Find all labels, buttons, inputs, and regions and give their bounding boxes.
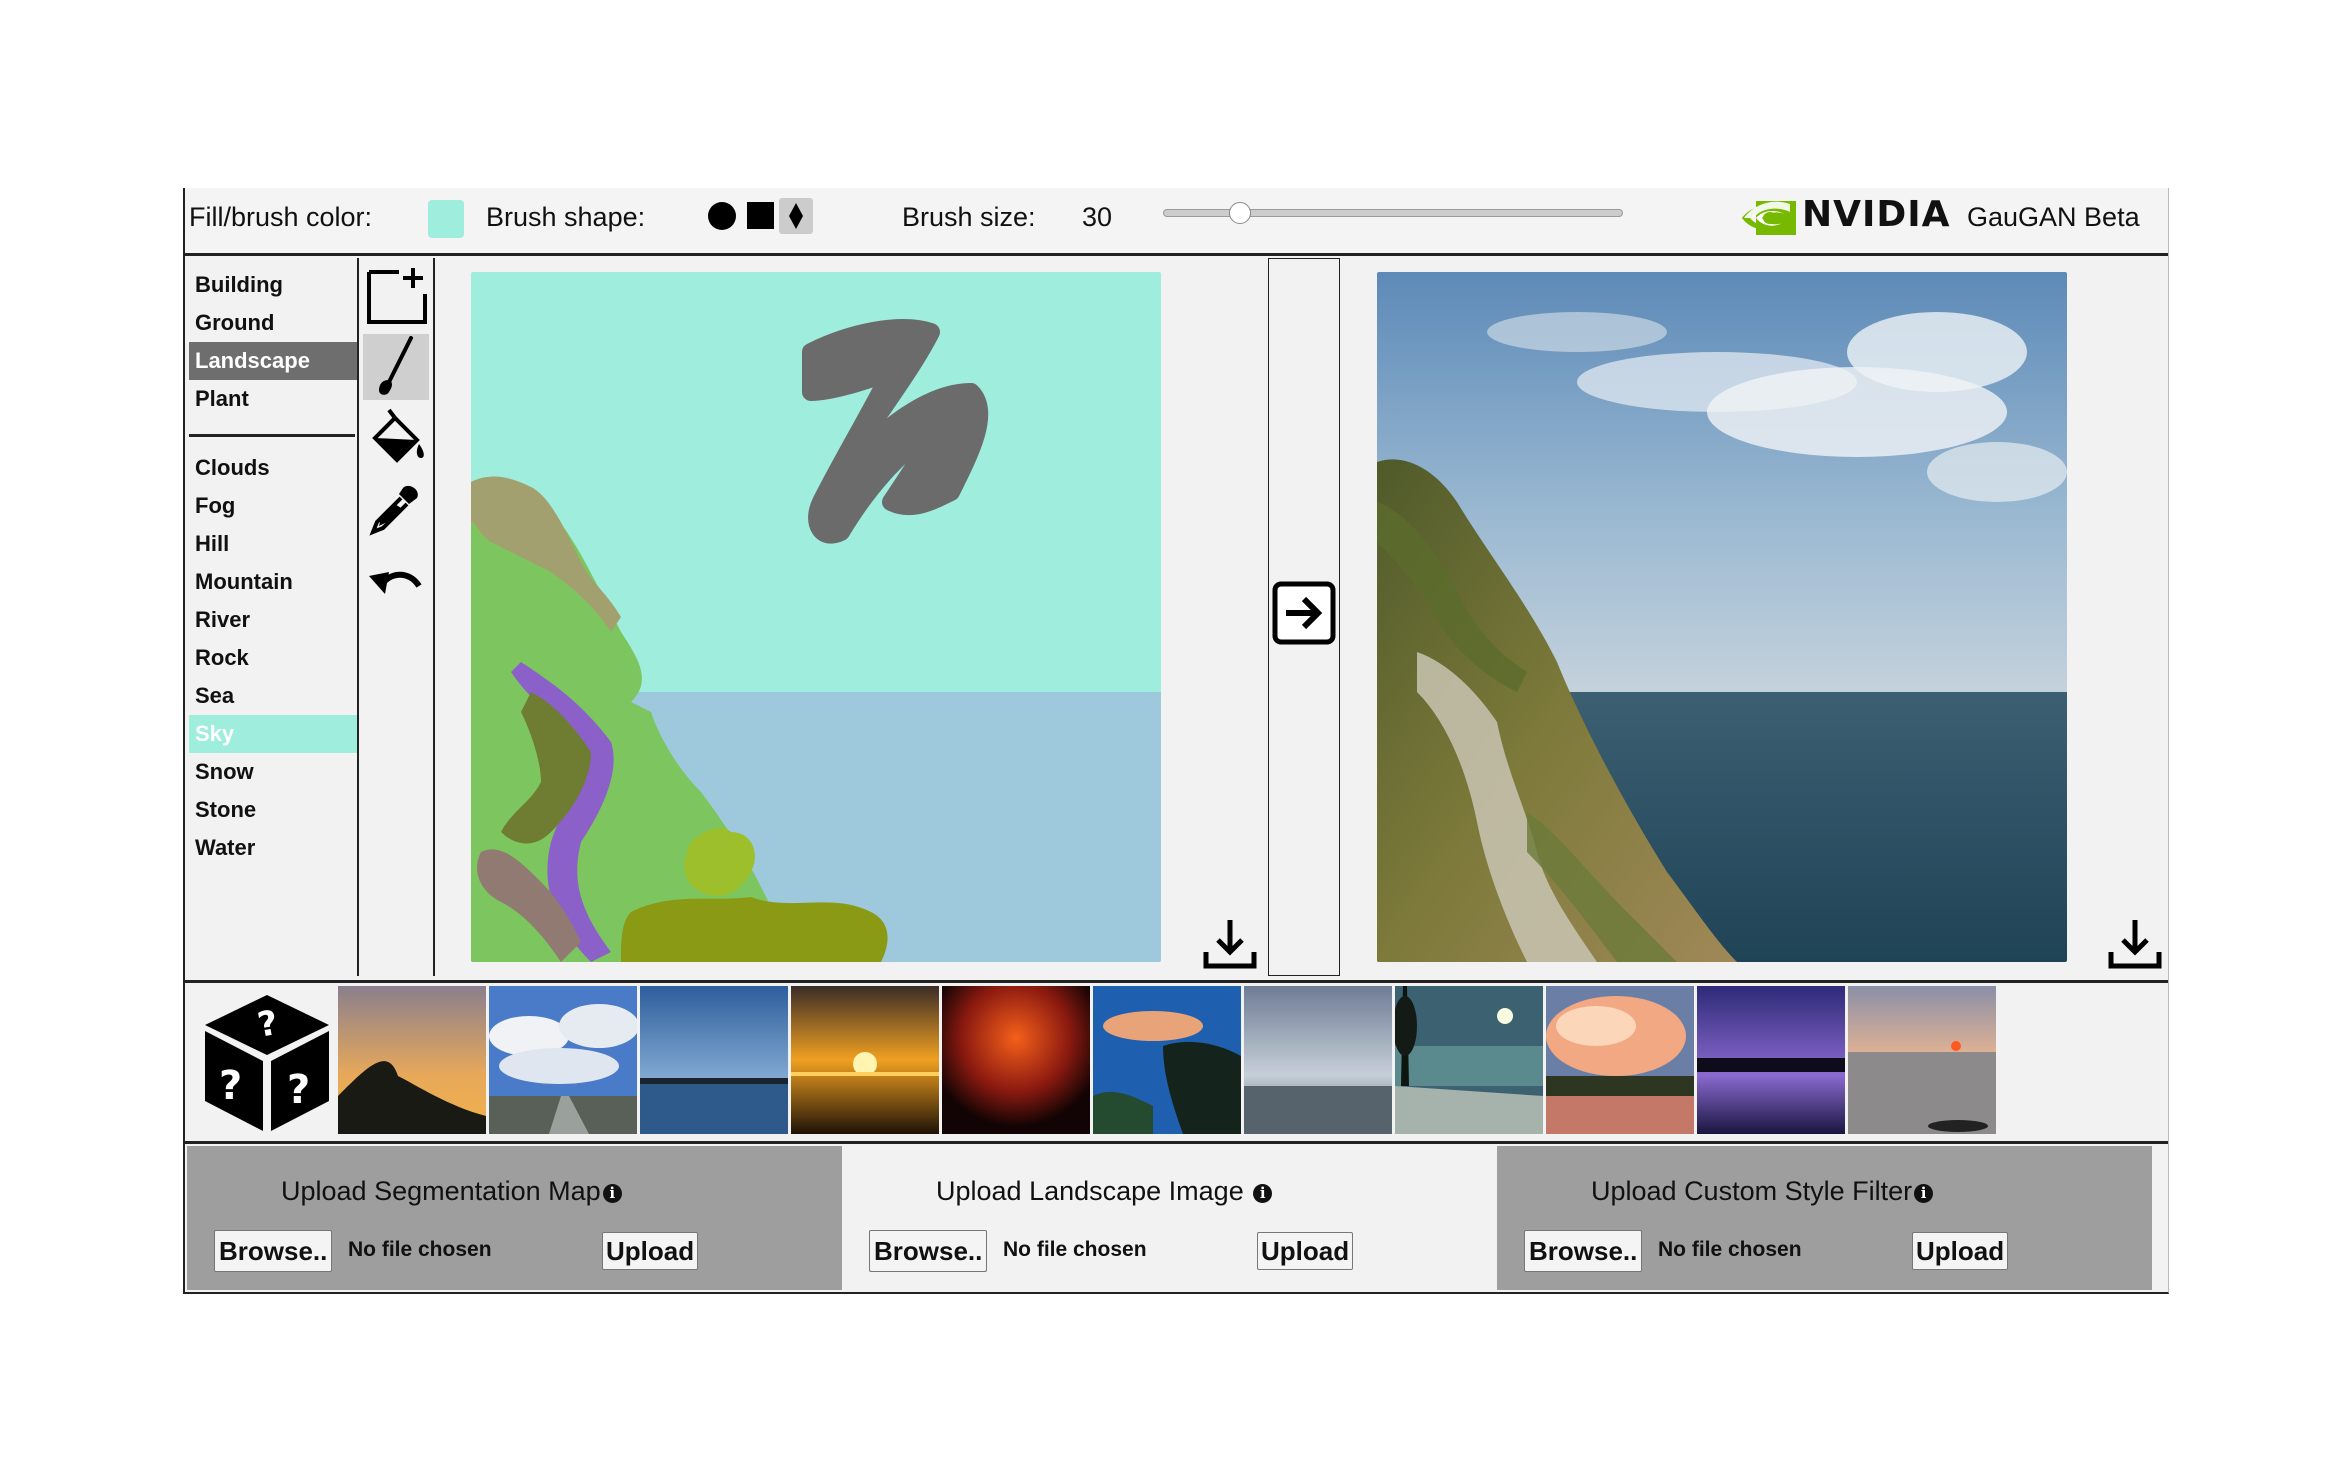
label-item-landscape[interactable]: Landscape <box>189 342 359 380</box>
diamond-icon <box>789 203 803 229</box>
new-canvas-button[interactable] <box>363 262 429 328</box>
style-thumbnail[interactable] <box>1244 986 1392 1134</box>
gaugan-app: Fill/brush color: Brush shape: Brush siz… <box>183 188 2169 1294</box>
style-thumbnail[interactable] <box>640 986 788 1134</box>
browse-style-button[interactable]: Browse.. <box>1524 1230 1643 1272</box>
fill-color-label: Fill/brush color: <box>189 202 373 232</box>
svg-text:?: ? <box>219 1063 242 1109</box>
label-item-river[interactable]: River <box>189 601 359 639</box>
brush-shape-label: Brush shape: <box>486 202 646 232</box>
label-item-sky[interactable]: Sky <box>189 715 359 753</box>
upload-segmentation-title: Upload Segmentation Map i <box>281 1176 622 1207</box>
brush-shape-square-button[interactable] <box>747 202 774 229</box>
nvidia-brand: NVIDIA <box>1802 194 1951 235</box>
undo-icon <box>369 571 422 594</box>
label-item-water[interactable]: Water <box>189 829 359 867</box>
brush-size-value: 30 <box>1082 202 1113 232</box>
label-item-fog[interactable]: Fog <box>189 487 359 525</box>
upload-style-title: Upload Custom Style Filter i <box>1591 1176 1934 1207</box>
eyedropper-icon <box>369 485 418 536</box>
brush-color-swatch[interactable] <box>428 200 464 238</box>
label-list: Building Ground Landscape Plant Clouds Fog Hi… <box>189 266 359 867</box>
upload-landscape-button[interactable]: Upload <box>1257 1232 1354 1270</box>
upload-segmentation-panel: Upload Segmentation Map i Browse.. No fil… <box>187 1146 842 1290</box>
label-item-stone[interactable]: Stone <box>189 791 359 829</box>
upload-style-panel: Upload Custom Style Filter i Browse.. No … <box>1497 1146 2152 1290</box>
upload-landscape-panel: Upload Landscape Image i Browse.. No fil… <box>842 1146 1497 1290</box>
segmentation-file-status: No file chosen <box>348 1238 492 1261</box>
fill-tool-button[interactable] <box>363 406 429 472</box>
style-thumbnail[interactable] <box>489 986 637 1134</box>
paint-bucket-icon <box>372 408 424 463</box>
style-thumbnail[interactable] <box>791 986 939 1134</box>
eyedropper-tool-button[interactable] <box>363 478 429 544</box>
style-thumbnail[interactable] <box>942 986 1090 1134</box>
label-separator <box>189 434 355 437</box>
download-segmentation-icon[interactable] <box>1202 916 1258 972</box>
label-item-snow[interactable]: Snow <box>189 753 359 791</box>
upload-landscape-title: Upload Landscape Image i <box>936 1176 1273 1207</box>
tool-column <box>357 258 435 976</box>
plant-strip <box>621 897 888 962</box>
landscape-file-status: No file chosen <box>1003 1238 1147 1261</box>
toolbar: Fill/brush color: Brush shape: Brush siz… <box>185 188 2168 256</box>
label-item-building[interactable]: Building <box>189 266 359 304</box>
browse-landscape-button[interactable]: Browse.. <box>869 1230 988 1272</box>
generate-button[interactable] <box>1272 581 1336 645</box>
style-thumbnail[interactable] <box>1697 986 1845 1134</box>
segmentation-canvas[interactable] <box>471 272 1161 962</box>
label-item-sea[interactable]: Sea <box>189 677 359 715</box>
info-icon[interactable]: i <box>1914 1184 1934 1203</box>
style-thumbnail[interactable] <box>1093 986 1241 1134</box>
upload-style-button[interactable]: Upload <box>1912 1232 2009 1270</box>
svg-text:?: ? <box>287 1067 310 1113</box>
style-filter-strip: ? ? ? <box>185 980 2168 1144</box>
brush-size-slider[interactable] <box>1163 202 1623 224</box>
label-item-mountain[interactable]: Mountain <box>189 563 359 601</box>
upload-segmentation-button[interactable]: Upload <box>602 1232 699 1270</box>
style-file-status: No file chosen <box>1658 1238 1802 1261</box>
info-icon[interactable]: i <box>1253 1184 1273 1203</box>
app-title: GauGAN Beta <box>1967 202 2140 232</box>
brush-size-label: Brush size: <box>902 202 1036 232</box>
generated-image <box>1377 272 2067 962</box>
generate-column <box>1268 258 1340 976</box>
brush-shape-diamond-button[interactable] <box>779 198 813 234</box>
undo-button[interactable] <box>363 550 429 616</box>
label-item-plant[interactable]: Plant <box>189 380 359 418</box>
label-item-clouds[interactable]: Clouds <box>189 449 359 487</box>
label-item-hill[interactable]: Hill <box>189 525 359 563</box>
style-thumbnail[interactable] <box>1395 986 1543 1134</box>
brush-size-slider-thumb[interactable] <box>1229 202 1252 224</box>
browse-segmentation-button[interactable]: Browse.. <box>214 1230 333 1272</box>
style-thumbnail[interactable] <box>338 986 486 1134</box>
info-icon[interactable]: i <box>602 1184 622 1203</box>
brush-tool-button[interactable] <box>363 334 429 400</box>
random-style-dice-icon[interactable]: ? ? ? <box>199 991 335 1135</box>
new-canvas-icon <box>367 268 427 324</box>
style-thumbnail[interactable] <box>1546 986 1694 1134</box>
brush-icon <box>379 336 413 395</box>
brush-shape-circle-button[interactable] <box>708 202 736 230</box>
label-item-rock[interactable]: Rock <box>189 639 359 677</box>
style-thumbnail[interactable] <box>1848 986 1996 1134</box>
nvidia-eye-icon <box>1742 201 1796 235</box>
download-output-icon[interactable] <box>2107 916 2163 972</box>
label-item-ground[interactable]: Ground <box>189 304 359 342</box>
